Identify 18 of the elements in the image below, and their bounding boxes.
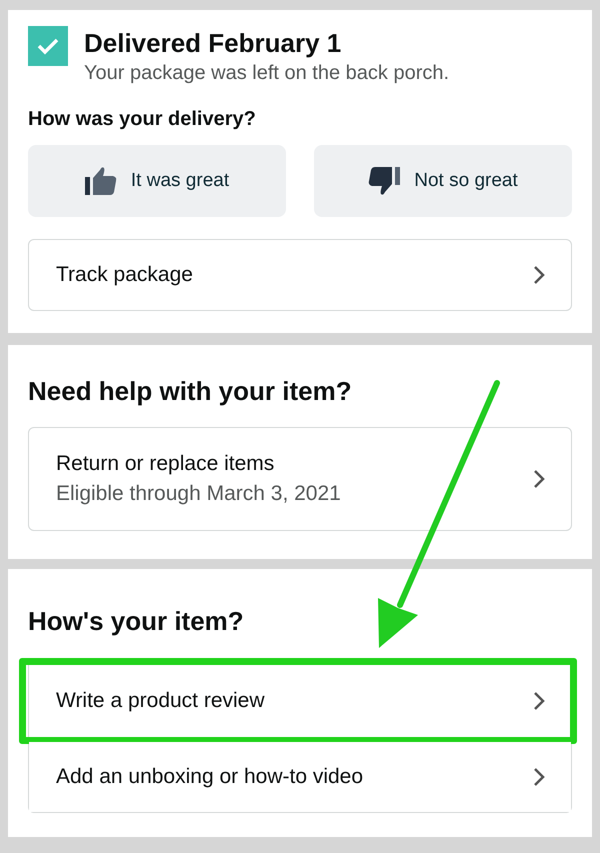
thumbs-up-button[interactable]: It was great — [28, 145, 286, 217]
row-title: Return or replace items — [56, 452, 276, 476]
row-subtitle: Eligible through March 3, 2021 — [56, 482, 341, 506]
return-items-row[interactable]: Return or replace items Eligible through March 3, 2021 — [28, 427, 572, 531]
track-package-row[interactable]: Track package — [28, 239, 572, 311]
thumbs-down-button[interactable]: Not so great — [314, 145, 572, 217]
chevron-icon — [533, 265, 545, 285]
chevron-icon — [533, 767, 545, 787]
thumbs-down-icon — [368, 166, 400, 196]
chevron-icon — [533, 469, 545, 489]
section-heading: How's your item? — [28, 606, 245, 637]
question-label: How was your delivery? — [28, 108, 257, 131]
delivery-title: Delivered February 1 — [84, 27, 342, 60]
thumbs-up-icon — [84, 166, 117, 196]
section-heading: Need help with your item? — [28, 376, 353, 407]
list-row[interactable]: Add an unboxing or how-to video — [29, 742, 571, 812]
delivery-note: Your package was left on the back porch. — [84, 61, 450, 86]
chevron-icon — [533, 691, 545, 711]
